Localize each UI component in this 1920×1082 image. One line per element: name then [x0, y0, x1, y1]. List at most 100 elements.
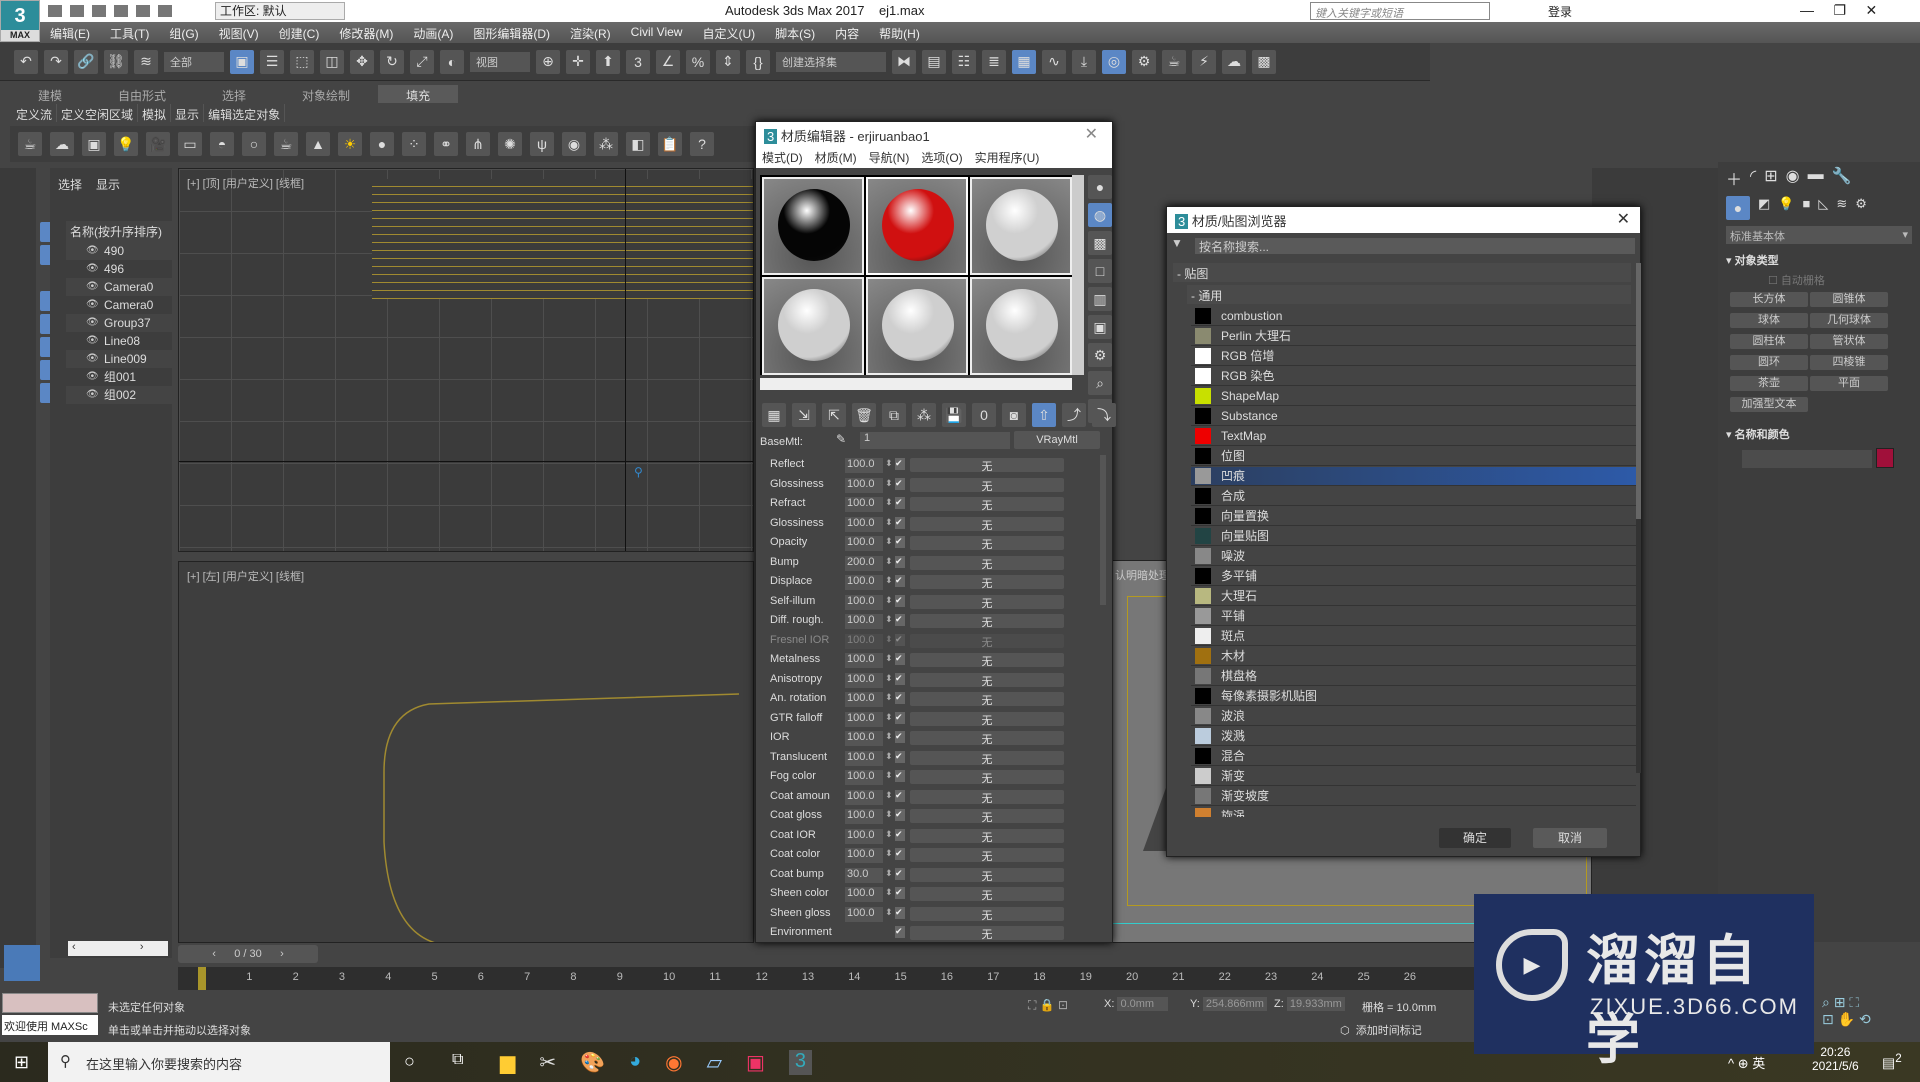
unique-icon[interactable]: ⁂	[912, 403, 936, 427]
eye-icon[interactable]: 👁	[86, 332, 99, 350]
map-enable-checkbox[interactable]: ✔	[895, 594, 905, 607]
select-by-name-icon[interactable]: ☰	[260, 49, 284, 74]
browser-scrollbar[interactable]	[1636, 263, 1641, 773]
hair-icon[interactable]: ⋔	[466, 132, 490, 156]
workspace-dropdown[interactable]: 工作区: 默认	[215, 2, 345, 20]
param-value-input[interactable]: 100.0	[845, 633, 883, 649]
search-options-icon[interactable]: ▼	[1171, 236, 1183, 250]
camera-icon[interactable]: 🎥	[146, 132, 170, 156]
map-list-item[interactable]: 渐变坡度	[1191, 787, 1636, 806]
cancel-button[interactable]: 取消	[1533, 828, 1607, 848]
map-list-item[interactable]: 渐变	[1191, 767, 1636, 786]
primitive-button[interactable]: 四棱锥	[1810, 355, 1888, 370]
param-value-input[interactable]: 100.0	[845, 653, 883, 668]
mat-menu-item[interactable]: 导航(N)	[869, 149, 910, 165]
primitive-button[interactable]: 圆锥体	[1810, 292, 1888, 307]
param-value-input[interactable]: 100.0	[845, 906, 883, 922]
map-list-item[interactable]: 泼溅	[1191, 727, 1636, 746]
spinner-icon[interactable]: ⬍	[885, 809, 893, 820]
slots-hscrollbar[interactable]	[760, 378, 1072, 390]
map-enable-checkbox[interactable]: ✔	[895, 458, 905, 470]
edit-named-sel-icon[interactable]: {}	[746, 49, 770, 74]
primitive-button[interactable]: 加强型文本	[1730, 397, 1808, 412]
keyboard-shortcut-icon[interactable]: ⬆	[596, 49, 620, 74]
render-icon[interactable]: ⚡	[1192, 49, 1216, 74]
cone-icon[interactable]: ▲	[306, 132, 330, 156]
map-enable-checkbox[interactable]: ✔	[895, 809, 905, 821]
param-value-input[interactable]: 100.0	[845, 731, 883, 746]
a360-gallery-icon[interactable]: ▩	[1252, 49, 1276, 74]
sun-icon[interactable]: ☀	[338, 132, 362, 156]
material-slot[interactable]	[866, 177, 968, 275]
map-slot-button[interactable]: 无	[910, 672, 1064, 688]
primitive-button[interactable]: 管状体	[1810, 334, 1888, 349]
render-window-icon[interactable]: ▣	[82, 132, 106, 156]
map-list-item[interactable]: 多平铺	[1191, 567, 1636, 586]
map-enable-checkbox[interactable]: ✔	[895, 906, 905, 919]
spinner-icon[interactable]: ⬍	[885, 868, 893, 879]
unlink-icon[interactable]: ⛓	[104, 49, 128, 74]
menu-item[interactable]: 帮助(H)	[869, 22, 930, 43]
map-enable-checkbox[interactable]: ✔	[895, 516, 905, 529]
menu-item[interactable]: 内容	[825, 22, 869, 43]
task-view-icon[interactable]: ⧉	[452, 1051, 463, 1069]
cameras-icon[interactable]: ■	[1802, 196, 1810, 220]
window-crossing-icon[interactable]: ◫	[320, 49, 344, 74]
viewport-persp-shading[interactable]: 认明暗处理	[1115, 567, 1170, 583]
map-list-item[interactable]: 大理石	[1191, 587, 1636, 606]
map-slot-button[interactable]: 无	[910, 789, 1064, 805]
eyedropper-icon[interactable]: ✎	[836, 432, 846, 446]
help-search-input[interactable]: 键入关键字或短语	[1310, 2, 1490, 20]
teapot-icon[interactable]: ☕	[18, 132, 42, 156]
primitive-button[interactable]: 圆环	[1730, 355, 1808, 370]
utilities-tab-icon[interactable]: 🔧	[1832, 166, 1852, 190]
hierarchy-tab-icon[interactable]: ⊞	[1764, 166, 1777, 190]
map-list-item[interactable]: 斑点	[1191, 627, 1636, 646]
explorer-scrollbar[interactable]: ‹ ›	[68, 941, 168, 956]
undo-icon[interactable]: ↶	[14, 49, 38, 74]
viewport-nav-icons[interactable]: ⌕ ⊞ ⛶ ⊡ ✋ ⟲	[1822, 994, 1871, 1028]
menu-item[interactable]: 创建(C)	[269, 22, 330, 43]
material-slot[interactable]	[970, 177, 1072, 275]
ribbon-toggle-icon[interactable]: ≣	[982, 49, 1006, 74]
login-button[interactable]: 登录	[1548, 3, 1572, 20]
palette-icon[interactable]: ⁂	[594, 132, 618, 156]
map-enable-checkbox[interactable]: ✔	[895, 653, 905, 665]
edge-icon[interactable]: ◕	[629, 1050, 641, 1075]
selection-filter-dropdown[interactable]: 全部	[164, 51, 224, 72]
spinner-snap-icon[interactable]: ⇕	[716, 49, 740, 74]
map-enable-checkbox[interactable]: ✔	[895, 711, 905, 724]
helpers-icon[interactable]: ◺	[1818, 196, 1828, 220]
explorer-item[interactable]: 👁 Line009	[66, 350, 172, 368]
map-slot-button[interactable]: 无	[910, 653, 1064, 668]
spinner-icon[interactable]: ⬍	[885, 887, 893, 898]
explorer-item[interactable]: 👁 组002	[66, 386, 172, 404]
menu-item[interactable]: 自定义(U)	[692, 22, 765, 43]
windows-start-icon[interactable]: ⊞	[14, 1052, 29, 1073]
render-cloud-icon[interactable]: ☁	[1222, 49, 1246, 74]
viewport-top[interactable]: [+] [顶] [用户定义] [线框] ⚲	[178, 168, 754, 552]
ref-coord-dropdown[interactable]: 视图	[470, 51, 530, 72]
primitive-button[interactable]: 茶壶	[1730, 376, 1808, 391]
map-list-item[interactable]: 木材	[1191, 647, 1636, 666]
eye-icon[interactable]: 👁	[86, 350, 99, 368]
map-slot-button[interactable]: 无	[910, 614, 1064, 629]
create-tab-icon[interactable]: ＋	[1726, 166, 1742, 190]
map-list-item[interactable]: 旋涡	[1191, 807, 1636, 817]
material-type-button[interactable]: VRayMtl	[1014, 431, 1100, 449]
percent-snap-icon[interactable]: %	[686, 49, 710, 74]
map-enable-checkbox[interactable]: ✔	[895, 789, 905, 802]
spinner-icon[interactable]: ⬍	[885, 907, 893, 918]
explorer-item[interactable]: 👁 490	[66, 242, 172, 260]
pivot-icon[interactable]: ⊕	[536, 49, 560, 74]
param-value-input[interactable]: 100.0	[845, 750, 883, 766]
subgroup-general[interactable]: - 通用	[1187, 285, 1631, 304]
selection-lock-icon[interactable]: ⛶ 🔒 ⊡	[1028, 998, 1068, 1013]
globe-icon[interactable]: ◉	[562, 132, 586, 156]
show-map-icon[interactable]: ◙	[1002, 403, 1026, 427]
map-slot-button[interactable]: 无	[910, 711, 1064, 727]
map-slot-button[interactable]: 无	[910, 750, 1064, 766]
coord-z[interactable]: Z: 19.933mm	[1274, 997, 1345, 1011]
map-slot-button[interactable]: 无	[910, 594, 1064, 610]
autogrid-checkbox[interactable]: ☐ 自动栅格	[1768, 272, 1825, 288]
